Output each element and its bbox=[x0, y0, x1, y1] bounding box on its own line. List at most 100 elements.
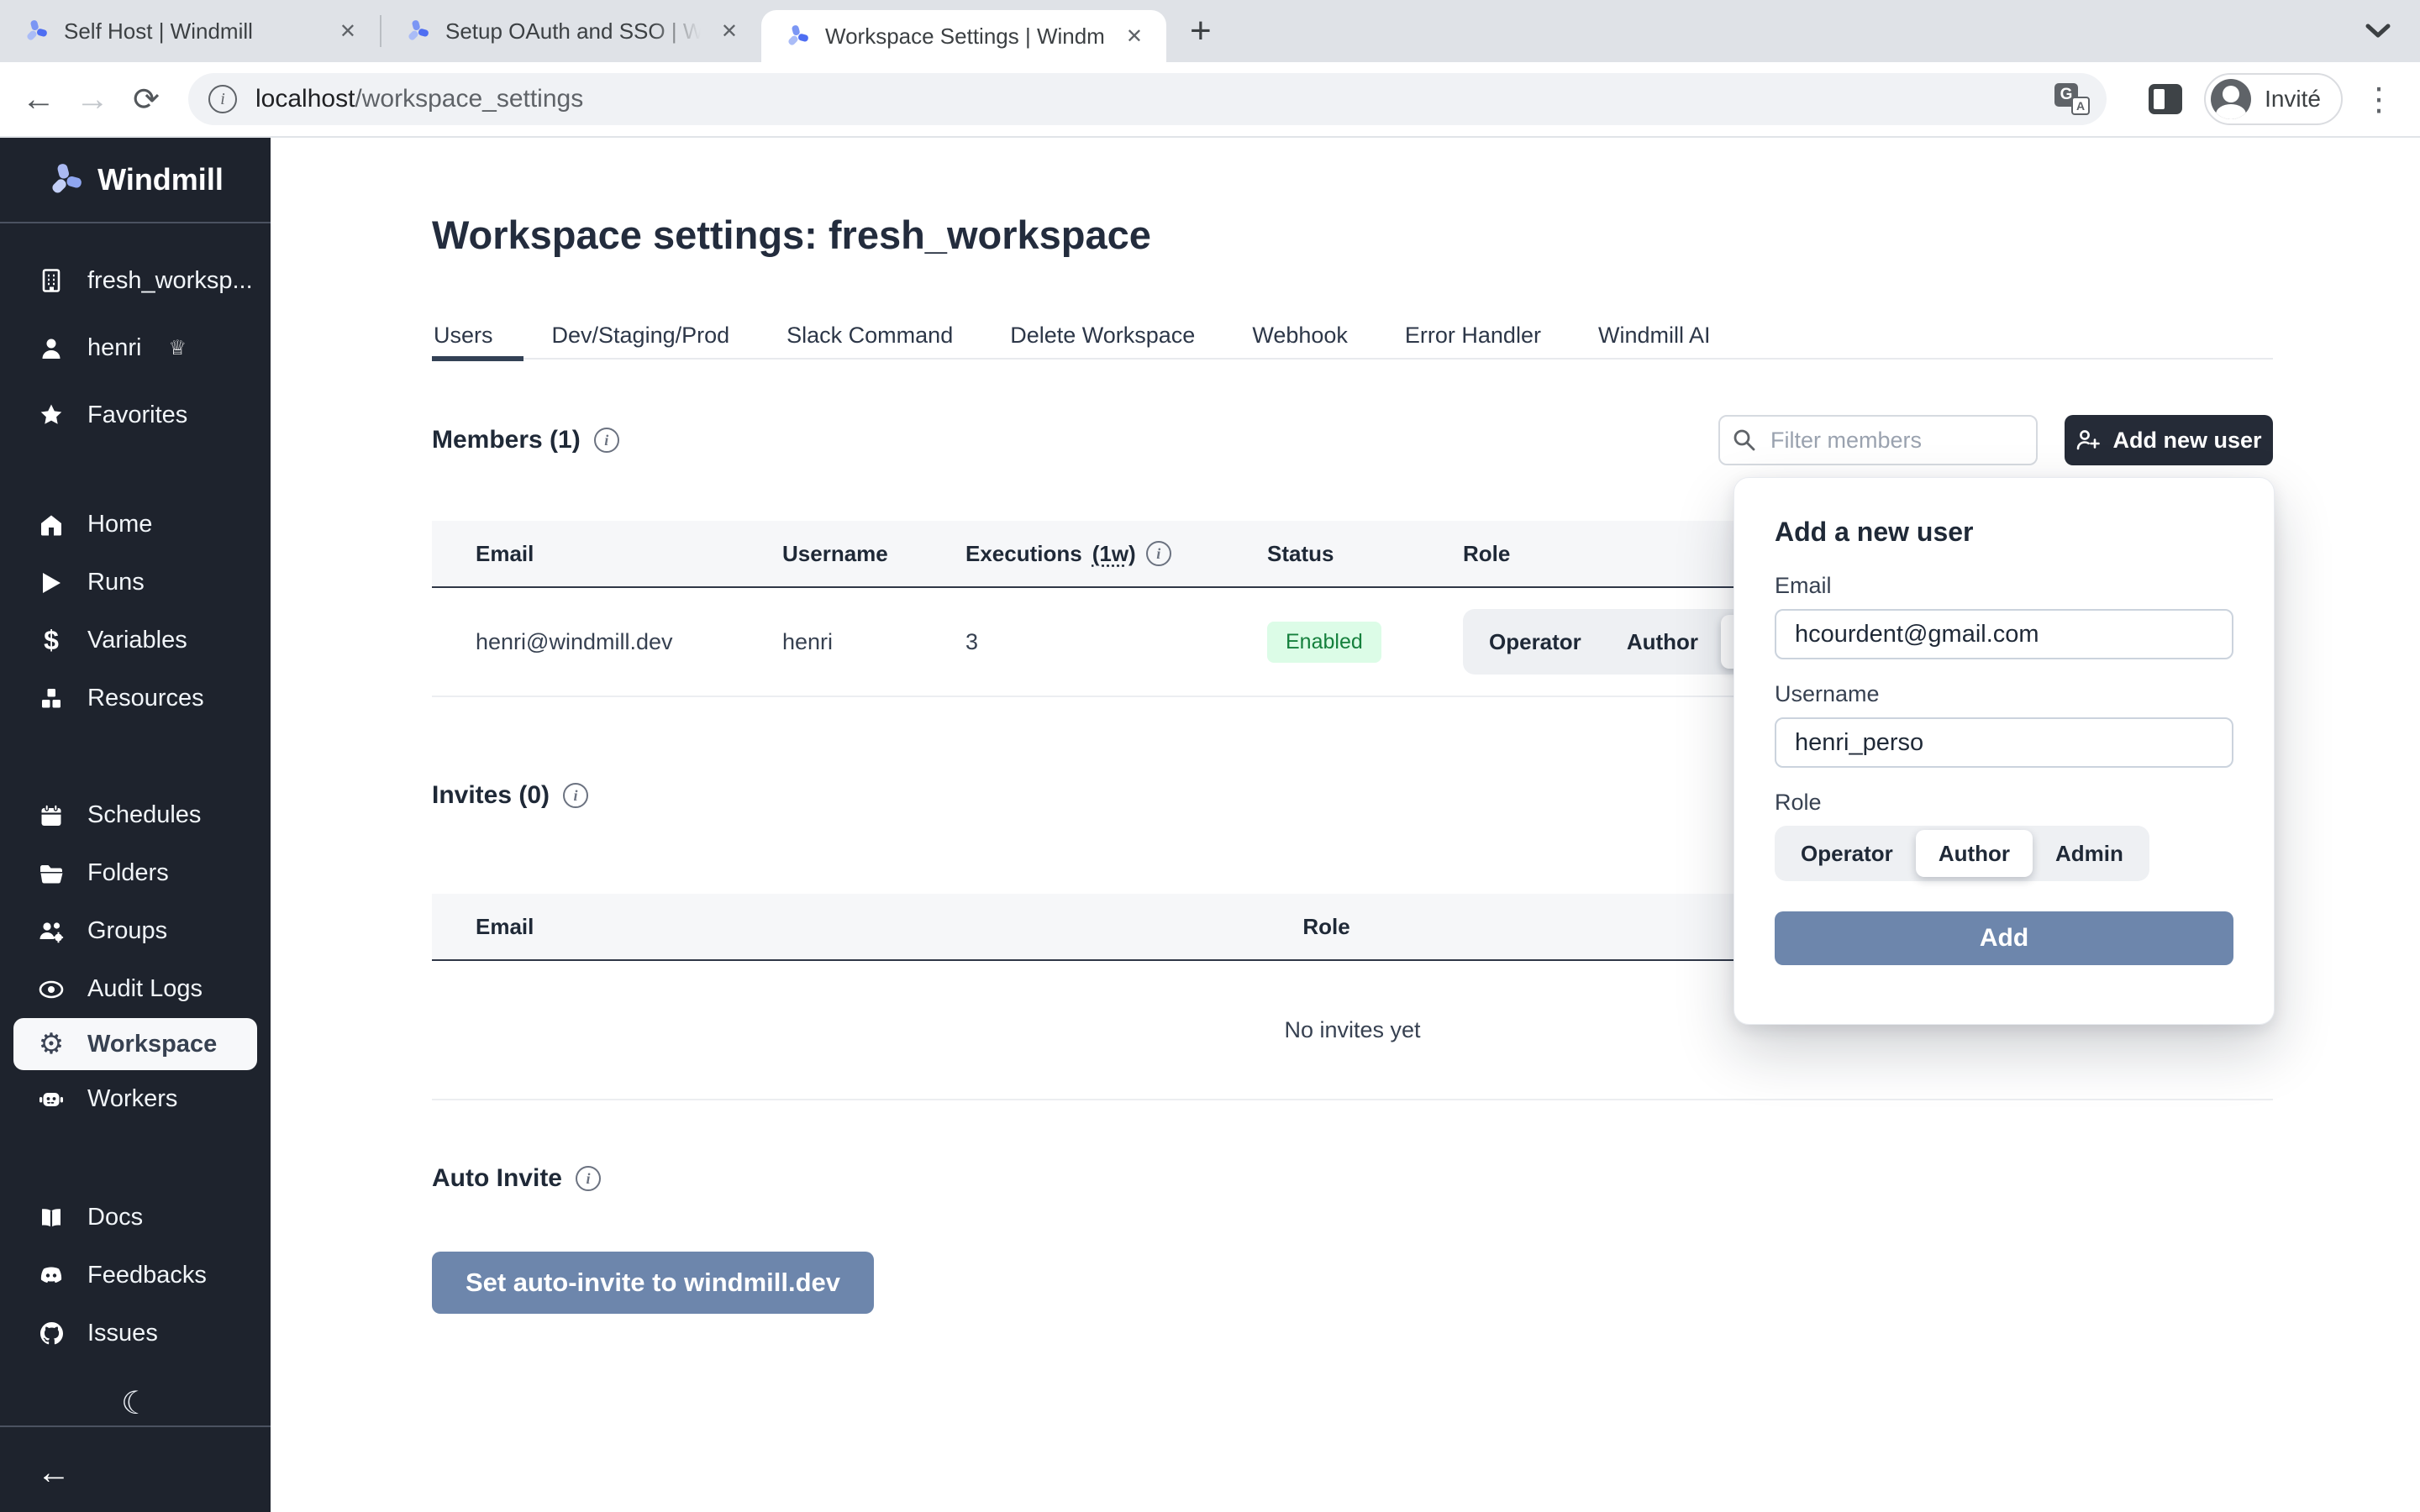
close-icon[interactable]: ✕ bbox=[334, 19, 361, 44]
browser-tab-oauth-sso[interactable]: Setup OAuth and SSO | Windmill ✕ bbox=[381, 0, 761, 62]
collapse-sidebar-arrow-icon[interactable]: ← bbox=[37, 1454, 71, 1492]
address-bar[interactable]: i localhost/workspace_settings G A bbox=[188, 73, 2107, 125]
sidebar-item-folders[interactable]: Folders bbox=[0, 844, 271, 902]
docs-label: Docs bbox=[87, 1204, 143, 1231]
feedbacks-label: Feedbacks bbox=[87, 1262, 207, 1289]
schedules-label: Schedules bbox=[87, 801, 201, 829]
close-icon[interactable]: ✕ bbox=[1121, 24, 1148, 49]
sidebar-item-audit-logs[interactable]: Audit Logs bbox=[0, 960, 271, 1018]
tab-windmill-ai[interactable]: Windmill AI bbox=[1570, 312, 1739, 358]
col-executions: Executions (1w) i bbox=[965, 541, 1267, 567]
refresh-button[interactable]: ⟳ bbox=[119, 81, 173, 118]
role-label: Role bbox=[1775, 790, 2233, 816]
translate-icon[interactable]: G A bbox=[2054, 83, 2090, 115]
sidebar-item-runs[interactable]: Runs bbox=[0, 554, 271, 612]
browser-menu-icon[interactable]: ⋮ bbox=[2363, 81, 2395, 118]
sidebar-item-workspace[interactable]: ⚙ Workspace bbox=[13, 1018, 257, 1070]
windmill-logo-icon bbox=[47, 161, 84, 198]
sidebar-item-feedbacks[interactable]: Feedbacks bbox=[0, 1247, 271, 1305]
tab-users[interactable]: Users bbox=[432, 312, 523, 358]
windmill-favicon bbox=[785, 24, 810, 49]
browser-profile-button[interactable]: Invité bbox=[2204, 73, 2343, 125]
tab-error-handler[interactable]: Error Handler bbox=[1376, 312, 1570, 358]
tab-overflow-chevron-icon[interactable] bbox=[2365, 0, 2391, 62]
info-icon[interactable]: i bbox=[1146, 541, 1171, 566]
site-info-icon[interactable]: i bbox=[208, 85, 237, 113]
sidebar-footer: ← bbox=[0, 1425, 271, 1512]
issues-label: Issues bbox=[87, 1320, 158, 1347]
sidebar-main-group: Home Runs $ Variables Resources bbox=[0, 449, 271, 727]
discord-icon bbox=[37, 1266, 66, 1286]
filter-members-search bbox=[1718, 415, 2038, 465]
popover-role-author-button[interactable]: Author bbox=[1916, 830, 2033, 877]
page-title: Workspace settings: fresh_workspace bbox=[432, 212, 1151, 258]
col-invite-email: Email bbox=[432, 914, 1302, 940]
user-plus-icon bbox=[2075, 428, 2101, 452]
username-field[interactable] bbox=[1775, 717, 2233, 768]
groups-label: Groups bbox=[87, 917, 167, 945]
back-button[interactable]: ← bbox=[12, 81, 66, 118]
set-auto-invite-button[interactable]: Set auto-invite to windmill.dev bbox=[432, 1252, 874, 1314]
sidebar-item-docs[interactable]: Docs bbox=[0, 1189, 271, 1247]
sidebar-item-user[interactable]: henri ♕ bbox=[0, 314, 271, 381]
workspace-switcher-label: fresh_worksp... bbox=[87, 267, 253, 295]
tab-webhook[interactable]: Webhook bbox=[1223, 312, 1376, 358]
windmill-brand[interactable]: Windmill bbox=[0, 138, 271, 222]
tab-slack-command[interactable]: Slack Command bbox=[758, 312, 981, 358]
auto-invite-heading: Auto Invite i bbox=[432, 1164, 601, 1193]
avatar bbox=[2211, 79, 2251, 119]
sidebar-item-home[interactable]: Home bbox=[0, 496, 271, 554]
role-operator-button[interactable]: Operator bbox=[1466, 615, 1604, 669]
col-username: Username bbox=[782, 541, 965, 567]
col-status: Status bbox=[1267, 541, 1463, 567]
sidebar-item-groups[interactable]: Groups bbox=[0, 902, 271, 960]
popover-role-admin-button[interactable]: Admin bbox=[2033, 830, 2146, 877]
sidebar-item-resources[interactable]: Resources bbox=[0, 669, 271, 727]
invites-heading: Invites (0) i bbox=[432, 781, 588, 810]
side-panel-icon[interactable] bbox=[2149, 84, 2182, 114]
info-icon[interactable]: i bbox=[594, 428, 619, 453]
windmill-favicon bbox=[24, 18, 49, 44]
profile-name: Invité bbox=[2265, 86, 2321, 113]
dark-mode-toggle-moon-icon[interactable]: ☾ bbox=[121, 1384, 150, 1422]
role-author-button[interactable]: Author bbox=[1604, 615, 1721, 669]
members-heading: Members (1) i bbox=[432, 426, 619, 454]
favorites-label: Favorites bbox=[87, 402, 187, 429]
folder-icon bbox=[37, 863, 66, 885]
browser-tab-workspace-settings[interactable]: Workspace Settings | Windmill ✕ bbox=[761, 10, 1166, 62]
workspace-settings-page: Workspace settings: fresh_workspace User… bbox=[271, 138, 2420, 1512]
tab-delete-workspace[interactable]: Delete Workspace bbox=[981, 312, 1223, 358]
folders-label: Folders bbox=[87, 859, 169, 887]
brand-name: Windmill bbox=[97, 162, 224, 197]
tab-dev-staging-prod[interactable]: Dev/Staging/Prod bbox=[523, 312, 759, 358]
sidebar-item-workers[interactable]: Workers bbox=[0, 1070, 271, 1128]
sidebar-admin-group: Schedules Folders Groups bbox=[0, 727, 271, 1128]
variables-label: Variables bbox=[87, 627, 187, 654]
sidebar-footer-divider bbox=[0, 1425, 271, 1427]
add-new-user-button[interactable]: Add new user bbox=[2065, 415, 2273, 465]
popover-title: Add a new user bbox=[1775, 517, 2233, 548]
sidebar-item-workspace-switcher[interactable]: fresh_worksp... bbox=[0, 247, 271, 314]
member-executions: 3 bbox=[965, 629, 1267, 655]
email-label: Email bbox=[1775, 573, 2233, 599]
sidebar-item-variables[interactable]: $ Variables bbox=[0, 612, 271, 669]
info-icon[interactable]: i bbox=[563, 783, 588, 808]
forward-button[interactable]: → bbox=[66, 81, 119, 118]
browser-tab-self-host[interactable]: Self Host | Windmill ✕ bbox=[0, 0, 380, 62]
sidebar-item-issues[interactable]: Issues bbox=[0, 1305, 271, 1362]
sidebar-item-schedules[interactable]: Schedules bbox=[0, 786, 271, 844]
sidebar-item-favorites[interactable]: Favorites bbox=[0, 381, 271, 449]
info-icon[interactable]: i bbox=[576, 1166, 601, 1191]
browser-tabstrip: Self Host | Windmill ✕ Setup OAuth and S… bbox=[0, 0, 2420, 62]
popover-add-button[interactable]: Add bbox=[1775, 911, 2233, 965]
popover-role-operator-button[interactable]: Operator bbox=[1778, 830, 1916, 877]
sidebar-links-group: Docs Feedbacks Issues ☾ bbox=[0, 1128, 271, 1422]
new-tab-button[interactable]: + bbox=[1181, 0, 1220, 62]
tab-title: Setup OAuth and SSO | Windmill bbox=[445, 18, 701, 45]
play-icon bbox=[37, 571, 66, 595]
filter-members-input[interactable] bbox=[1718, 415, 2038, 465]
email-field[interactable] bbox=[1775, 609, 2233, 659]
close-icon[interactable]: ✕ bbox=[716, 19, 743, 44]
browser-toolbar: ← → ⟳ i localhost/workspace_settings G A… bbox=[0, 62, 2420, 138]
home-label: Home bbox=[87, 511, 152, 538]
